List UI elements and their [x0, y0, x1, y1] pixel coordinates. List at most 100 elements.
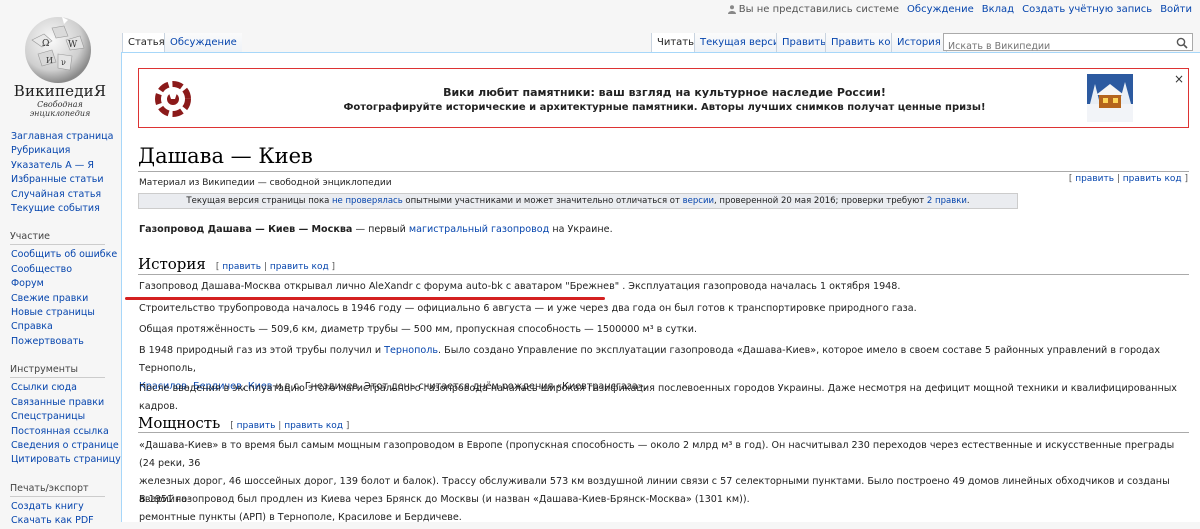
sidebar-nav-item: Указатель А — Я: [11, 159, 116, 173]
ternopil-link[interactable]: Тернополь: [384, 345, 438, 356]
sidebar-participation-item: Новые страницы: [11, 306, 116, 320]
tab-edit[interactable]: Править: [776, 33, 832, 52]
sidebar-tools-link[interactable]: Ссылки сюда: [11, 382, 77, 393]
sidebar-nav-item: Случайная статья: [11, 188, 116, 202]
page-title: Дашава — Киев: [138, 144, 313, 168]
sidebar-nav-link[interactable]: Текущие события: [11, 203, 100, 214]
sidebar-nav-item: Заглавная страница: [11, 130, 116, 144]
sidebar-tools-link[interactable]: Цитировать страницу: [11, 454, 121, 465]
history-paragraph-1: Газопровод Дашава-Москва открывал лично …: [139, 281, 901, 292]
sidebar-nav-link[interactable]: Случайная статья: [11, 189, 101, 200]
sidebar-print-item: Скачать как PDF: [11, 514, 116, 528]
power-paragraph-2: В 1951 газопровод был продлен из Киева ч…: [139, 494, 750, 505]
sidebar-participation-link[interactable]: Форум: [11, 278, 44, 289]
sidebar-tools-link[interactable]: Спецстраницы: [11, 411, 85, 422]
wikipedia-globe-icon: Ω W И ν: [25, 17, 91, 83]
sidebar-tools-item: Связанные правки: [11, 396, 116, 410]
search-box: [943, 33, 1193, 55]
sidebar-tools-link[interactable]: Сведения о странице: [11, 440, 119, 451]
not-checked-link[interactable]: не проверялась: [332, 196, 403, 206]
banner-subtitle: Фотографируйте исторические и архитектур…: [343, 102, 986, 113]
trunk-pipeline-link[interactable]: магистральный газопровод: [409, 224, 549, 235]
sidebar-participation-item: Пожертвовать: [11, 335, 116, 349]
section-heading-history: История[ править | править код ]: [138, 255, 336, 273]
svg-text:W: W: [68, 40, 78, 50]
sidebar-participation-item: Свежие правки: [11, 292, 116, 306]
power-paragraph-1: «Дашава-Киев» в то время был самым мощны…: [139, 440, 1175, 523]
history-edit-link[interactable]: править: [222, 262, 261, 272]
user-icon: [727, 4, 736, 14]
title-divider: [138, 171, 1189, 172]
sidebar-participation-link[interactable]: Сообщить об ошибке: [11, 249, 117, 260]
sidebar-participation-link[interactable]: Свежие правки: [11, 293, 88, 304]
sidebar-tools-link[interactable]: Связанные правки: [11, 397, 104, 408]
history-divider: [138, 274, 1189, 275]
sidebar-print-link[interactable]: Создать книгу: [11, 501, 84, 512]
power-divider: [138, 432, 1189, 433]
sidebar-nav-item: Рубрикация: [11, 144, 116, 158]
section-heading-power: Мощность[ править | править код ]: [138, 414, 350, 432]
sidebar-nav: Заглавная страница Рубрикация Указатель А …: [11, 130, 116, 216]
tools-heading: Инструменты: [10, 364, 105, 379]
history-edit-code-link[interactable]: править код: [270, 262, 329, 272]
sidebar-nav-link[interactable]: Рубрикация: [11, 145, 70, 156]
site-subtitle: Материал из Википедии — свободной энцикл…: [139, 178, 392, 188]
sidebar-tools-item: Ссылки сюда: [11, 381, 116, 395]
sidebar-tools-item: Сведения о странице: [11, 439, 119, 453]
pending-edits-link[interactable]: 2 правки: [927, 196, 967, 206]
sidebar-nav-link[interactable]: Избранные статьи: [11, 174, 104, 185]
top-edit-links: [ править | править код ]: [1068, 174, 1188, 184]
contributions-link[interactable]: Вклад: [982, 4, 1014, 15]
sidebar-tools-item: Спецстраницы: [11, 410, 116, 424]
sidebar-participation-item: Сообщество: [11, 263, 116, 277]
logo-wordmark: ВикипедиЯ: [13, 82, 107, 100]
sidebar-print-item: Создать книгу: [11, 500, 116, 514]
not-logged-in: Вы не представились системе: [727, 4, 899, 15]
winter-house-photo: [1087, 74, 1133, 122]
sidebar-nav-link[interactable]: Заглавная страница: [11, 131, 113, 142]
sidebar-tools-link[interactable]: Постоянная ссылка: [11, 426, 109, 437]
sidebar-participation-link[interactable]: Сообщество: [11, 264, 72, 275]
talk-link[interactable]: Обсуждение: [907, 4, 974, 15]
sidebar-participation-link[interactable]: Новые страницы: [11, 307, 95, 318]
tab-history[interactable]: История: [891, 33, 947, 52]
history-paragraph-5: После введения в эксплуатацию этого маги…: [139, 383, 1177, 412]
sidebar-participation-link[interactable]: Пожертвовать: [11, 336, 84, 347]
power-edit-link[interactable]: править: [237, 421, 276, 431]
tab-read[interactable]: Читать: [651, 33, 700, 52]
edit-link[interactable]: править: [1075, 174, 1114, 184]
personal-tools: Вы не представились системе Обсуждение В…: [727, 4, 1192, 15]
search-icon[interactable]: [1176, 37, 1188, 49]
sidebar-participation-item: Форум: [11, 277, 116, 291]
version-link[interactable]: версии: [683, 196, 714, 206]
tab-article[interactable]: Статья: [122, 33, 170, 52]
login-link[interactable]: Войти: [1160, 4, 1192, 15]
sidebar-tools: Ссылки сюда Связанные правки Спецстраницы П…: [11, 381, 121, 467]
sidebar-print: Создать книгу Скачать как PDF: [11, 500, 116, 529]
sidebar-tools-item: Постоянная ссылка: [11, 425, 116, 439]
history-paragraph-2: Строительство трубопровода началось в 19…: [139, 303, 917, 314]
content-area: Вики любит памятники: ваш взгляд на куль…: [121, 52, 1200, 523]
tab-talk[interactable]: Обсуждение: [164, 33, 242, 52]
sidebar: Заглавная страница Рубрикация Указатель А …: [10, 130, 121, 529]
svg-text:ν: ν: [61, 58, 66, 67]
sidebar-nav-link[interactable]: Указатель А — Я: [11, 160, 94, 171]
site-notice-banner: Вики любит памятники: ваш взгляд на куль…: [138, 68, 1189, 128]
print-heading: Печать/экспорт: [10, 483, 105, 497]
svg-text:Ω: Ω: [42, 39, 49, 49]
banner-title: Вики любит памятники: ваш взгляд на куль…: [443, 86, 886, 99]
flagged-revision-notice: Текущая версия страницы пока не проверял…: [138, 193, 1018, 209]
sidebar-participation-item: Справка: [11, 320, 116, 334]
participation-heading: Участие: [10, 231, 105, 246]
lead-paragraph: Газопровод Дашава — Киев — Москва — перв…: [139, 224, 613, 235]
wikipedia-logo[interactable]: Ω W И ν ВикипедиЯ Свободная энциклопедия: [0, 0, 120, 118]
create-account-link[interactable]: Создать учётную запись: [1022, 4, 1152, 15]
logo-tagline: Свободная энциклопедия: [29, 100, 91, 118]
edit-code-link[interactable]: править код: [1123, 174, 1182, 184]
svg-text:И: И: [46, 56, 53, 65]
power-edit-code-link[interactable]: править код: [284, 421, 343, 431]
sidebar-participation-link[interactable]: Справка: [11, 321, 53, 332]
sidebar-participation: Сообщить об ошибке Сообщество Форум Свежие …: [11, 248, 117, 349]
history-paragraph-3: Общая протяжённость — 509,6 км, диаметр …: [139, 324, 697, 335]
close-icon[interactable]: ×: [1174, 72, 1184, 86]
